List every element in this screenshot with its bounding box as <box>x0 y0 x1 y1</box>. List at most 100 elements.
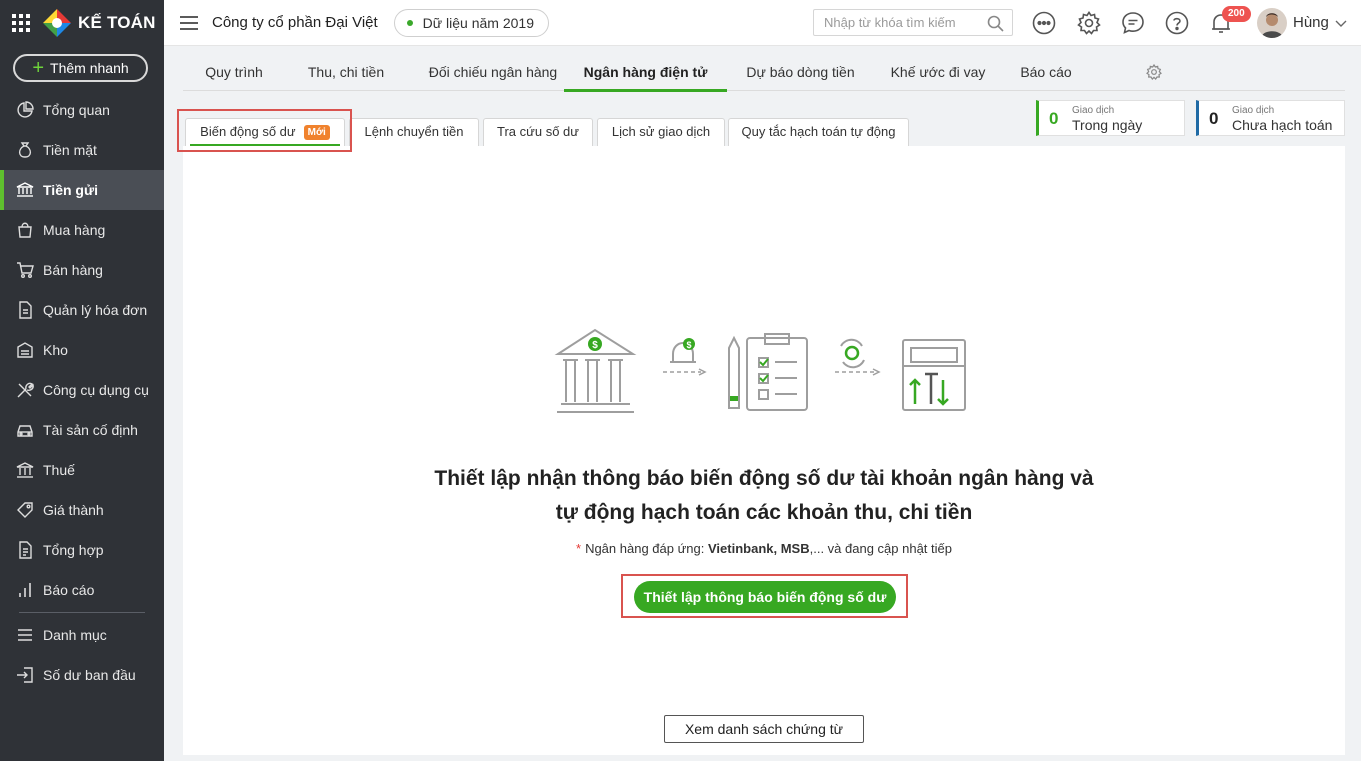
sidebar-item-label: Tài sản cố định <box>43 422 138 438</box>
hamburger-menu-icon[interactable] <box>180 15 198 31</box>
tab-doi-chieu-ngan-hang[interactable]: Đối chiếu ngân hàng <box>408 54 578 91</box>
stat-count: 0 <box>1209 109 1219 128</box>
tab-label: Thu, chi tiền <box>307 64 385 80</box>
import-icon <box>17 667 33 683</box>
subtab-label: Quy tắc hạch toán tự động <box>741 124 896 139</box>
apps-grid-icon[interactable] <box>12 14 30 32</box>
data-year-selector[interactable]: Dữ liệu năm 2019 <box>393 8 549 37</box>
sidebar-item-danh-muc[interactable]: Danh mục <box>0 615 164 655</box>
stat-caption: Giao dịch <box>1072 105 1115 116</box>
sidebar-item-label: Công cụ dụng cụ <box>43 382 149 398</box>
tab-label: Khế ước đi vay <box>890 64 986 80</box>
svg-text:$: $ <box>686 340 691 350</box>
sidebar-item-label: Giá thành <box>43 502 104 518</box>
sidebar-item-label: Tiền mặt <box>43 142 97 158</box>
sidebar-item-tien-mat[interactable]: Tiền mặt <box>0 130 164 170</box>
tab-label: Dự báo dòng tiền <box>746 64 855 80</box>
stat-caption: Giao dịch <box>1232 105 1275 116</box>
quick-add-label: Thêm nhanh <box>50 60 129 76</box>
sidebar-item-label: Tiền gửi <box>43 182 98 198</box>
money-bag-icon <box>18 142 32 158</box>
sidebar-item-cong-cu-dung-cu[interactable]: Công cụ dụng cụ <box>0 370 164 410</box>
gear-icon[interactable] <box>1077 11 1101 35</box>
sync-gear-icon <box>840 338 865 369</box>
search-icon[interactable] <box>987 15 1004 32</box>
sidebar-item-kho[interactable]: Kho <box>0 330 164 370</box>
status-dot-icon <box>406 19 413 26</box>
subtab-bien-dong-so-du[interactable]: Biến động số dư Mới <box>185 118 345 146</box>
tab-label: Ngân hàng điện tử <box>583 64 708 80</box>
tab-khe-uoc-di-vay[interactable]: Khế ước đi vay <box>883 54 993 91</box>
new-badge: Mới <box>303 125 330 140</box>
tools-icon <box>17 382 34 398</box>
brand-name: KẾ TOÁN <box>78 13 156 32</box>
required-star: * <box>576 541 582 556</box>
warehouse-icon <box>17 342 33 358</box>
sidebar: KẾ TOÁN + Thêm nhanh Tổng quan Tiền mặt … <box>0 0 164 761</box>
tab-label: Đối chiếu ngân hàng <box>428 64 558 80</box>
sidebar-item-so-du-ban-dau[interactable]: Số dư ban đầu <box>0 655 164 695</box>
note-banks: Vietinbank, MSB <box>707 541 810 556</box>
main-tab-bar: Quy trình Thu, chi tiền Đối chiếu ngân h… <box>183 54 1345 92</box>
price-tag-icon <box>17 502 33 518</box>
stat-card-chua-hach-toan[interactable]: 0 Giao dịch Chưa hạch toán <box>1196 100 1345 136</box>
sidebar-item-label: Quản lý hóa đơn <box>43 302 148 318</box>
brand-logo-icon <box>42 8 72 38</box>
sidebar-item-bao-cao[interactable]: Báo cáo <box>0 570 164 610</box>
quick-add-button[interactable]: + Thêm nhanh <box>13 54 148 82</box>
search-input[interactable] <box>824 15 984 30</box>
setup-notification-button[interactable]: Thiết lập thông báo biến động số dư <box>634 581 896 613</box>
subtab-label: Lệnh chuyển tiền <box>364 124 464 139</box>
pie-chart-icon <box>17 101 34 118</box>
sidebar-item-tong-hop[interactable]: Tổng hợp <box>0 530 164 570</box>
tab-label: Báo cáo <box>1020 64 1072 80</box>
sidebar-item-label: Tổng hợp <box>43 542 104 558</box>
subtab-lenh-chuyen-tien[interactable]: Lệnh chuyển tiền <box>349 118 479 146</box>
view-documents-button[interactable]: Xem danh sách chứng từ <box>664 715 864 743</box>
plus-icon: + <box>32 57 45 79</box>
sidebar-item-tai-san-co-dinh[interactable]: Tài sản cố định <box>0 410 164 450</box>
help-icon[interactable] <box>1165 11 1189 35</box>
sidebar-item-tien-gui[interactable]: Tiền gửi <box>0 170 164 210</box>
bank-icon <box>16 182 34 197</box>
chevron-down-icon[interactable] <box>1335 17 1347 29</box>
company-name[interactable]: Công ty cổ phần Đại Việt <box>212 14 378 31</box>
tab-bao-cao[interactable]: Báo cáo <box>1013 54 1079 91</box>
subtab-lich-su-giao-dich[interactable]: Lịch sử giao dịch <box>597 118 725 146</box>
sidebar-item-label: Mua hàng <box>43 222 106 238</box>
headline: Thiết lập nhận thông báo biến động số dư… <box>183 462 1345 530</box>
sidebar-nav: Tổng quan Tiền mặt Tiền gửi Mua hàng Bán… <box>0 90 164 695</box>
content-panel: $ $ Thiết lập nhận thông báo biến động s… <box>183 146 1345 755</box>
bank-notification-illustration: $ $ <box>554 328 966 413</box>
sidebar-item-thue[interactable]: Thuế <box>0 450 164 490</box>
user-name[interactable]: Hùng <box>1293 14 1329 31</box>
tab-thu-chi-tien[interactable]: Thu, chi tiền <box>291 54 401 91</box>
sidebar-item-mua-hang[interactable]: Mua hàng <box>0 210 164 250</box>
sidebar-item-label: Tổng quan <box>43 102 110 118</box>
sidebar-item-label: Số dư ban đầu <box>43 667 136 683</box>
tab-ngan-hang-dien-tu[interactable]: Ngân hàng điện tử <box>564 54 727 92</box>
subtab-tra-cuu-so-du[interactable]: Tra cứu số dư <box>483 118 593 146</box>
tab-du-bao-dong-tien[interactable]: Dự báo dòng tiền <box>738 54 863 91</box>
stat-count: 0 <box>1049 109 1059 128</box>
note-prefix: Ngân hàng đáp ứng: <box>585 541 708 556</box>
tab-quy-trinh[interactable]: Quy trình <box>185 54 283 91</box>
tab-settings-gear-icon[interactable] <box>1146 64 1162 80</box>
notification-badge: 200 <box>1222 6 1251 22</box>
sidebar-item-gia-thanh[interactable]: Giá thành <box>0 490 164 530</box>
subtab-quy-tac-hach-toan[interactable]: Quy tắc hạch toán tự động <box>728 118 909 146</box>
sidebar-item-tong-quan[interactable]: Tổng quan <box>0 90 164 130</box>
avatar[interactable] <box>1257 8 1287 38</box>
search-box <box>813 9 1013 36</box>
headline-line-1: Thiết lập nhận thông báo biến động số dư… <box>434 467 1094 490</box>
sidebar-item-quan-ly-hoa-don[interactable]: Quản lý hóa đơn <box>0 290 164 330</box>
stat-label: Trong ngày <box>1072 117 1143 133</box>
chat-icon[interactable] <box>1121 11 1145 35</box>
bar-chart-icon <box>19 583 31 597</box>
more-options-icon[interactable] <box>1032 11 1056 35</box>
stat-card-trong-ngay[interactable]: 0 Giao dịch Trong ngày <box>1036 100 1185 136</box>
subtab-label: Tra cứu số dư <box>497 124 579 139</box>
tax-icon <box>16 462 34 478</box>
cart-icon <box>17 262 34 278</box>
sidebar-item-ban-hang[interactable]: Bán hàng <box>0 250 164 290</box>
